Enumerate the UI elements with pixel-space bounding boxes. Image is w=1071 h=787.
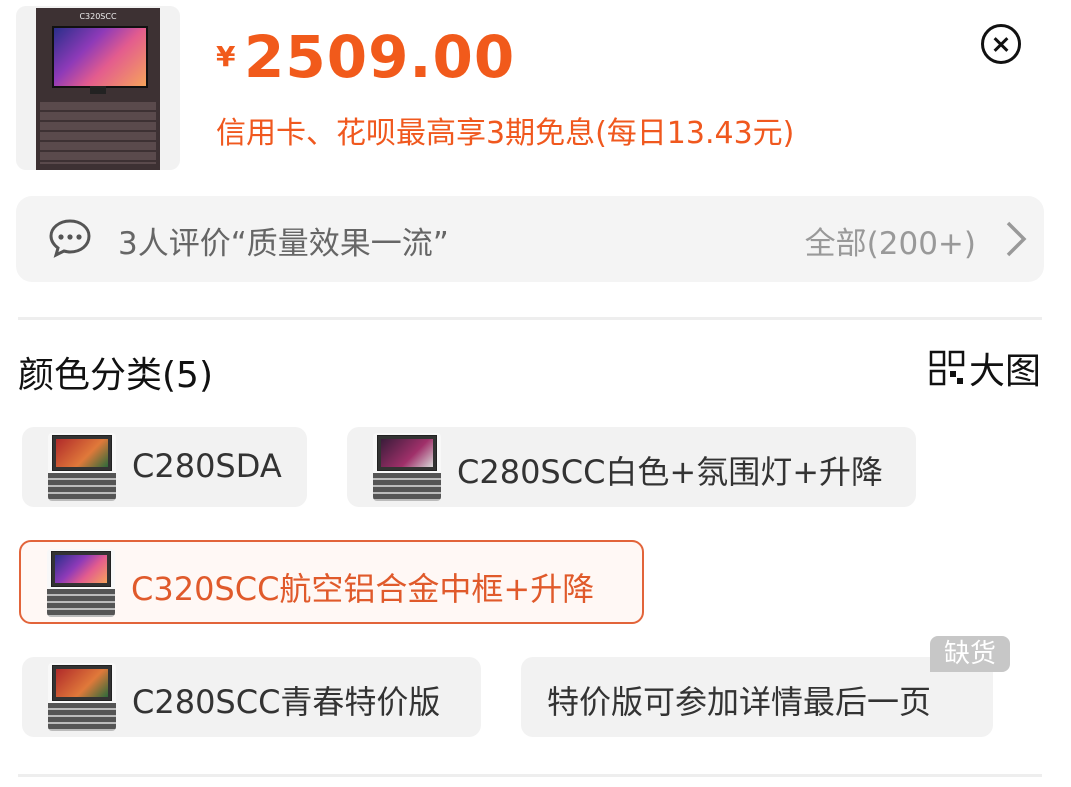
review-summary-bar[interactable]: 3人评价“质量效果一流” 全部(200+) (16, 196, 1044, 282)
installment-info: 信用卡、花呗最高享3期免息(每日13.43元) (216, 116, 795, 151)
big-image-label: 大图 (968, 351, 1041, 392)
monitor-image: C320SCC (36, 8, 160, 170)
price: 2509.00 (244, 23, 516, 91)
chat-bubble-icon (49, 219, 91, 258)
option-c280scc-youth[interactable]: C280SCC青春特价版 (22, 657, 481, 737)
out-of-stock-badge: 缺货 (930, 636, 1010, 672)
thumbnail-model-label: C320SCC (79, 12, 117, 21)
option-label: C280SDA (132, 447, 282, 485)
section-title: 颜色分类(5) (18, 355, 213, 396)
divider (18, 774, 1042, 777)
review-all-link[interactable]: 全部(200+) (805, 218, 976, 263)
option-label: C280SCC青春特价版 (132, 683, 441, 721)
divider (18, 317, 1042, 320)
close-icon[interactable] (981, 24, 1021, 64)
option-thumbnail (48, 663, 116, 731)
option-special-edition[interactable]: 特价版可参加详情最后一页 (521, 657, 993, 737)
option-c280sda[interactable]: C280SDA (22, 427, 307, 507)
option-label: C320SCC航空铝合金中框+升降 (131, 570, 595, 608)
option-thumbnail (47, 549, 115, 617)
chevron-right-icon (1006, 221, 1027, 257)
option-thumbnail (373, 433, 441, 501)
option-label: 特价版可参加详情最后一页 (547, 683, 932, 721)
big-image-button[interactable]: 大图 (929, 346, 1041, 392)
currency-symbol: ¥ (216, 40, 236, 73)
review-highlight-text: 3人评价“质量效果一流” (118, 226, 449, 262)
product-thumbnail[interactable]: C320SCC (16, 6, 180, 170)
option-c280scc-white[interactable]: C280SCC白色+氛围灯+升降 (347, 427, 916, 507)
grid-view-icon (929, 350, 965, 386)
option-label: C280SCC白色+氛围灯+升降 (457, 453, 884, 491)
option-c320scc-selected[interactable]: C320SCC航空铝合金中框+升降 (19, 540, 644, 624)
option-thumbnail (48, 433, 116, 501)
